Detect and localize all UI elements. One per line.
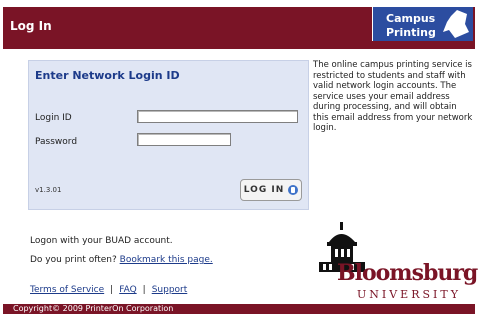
copyright-bar: Copyright© 2009 PrinterOn Corporation	[3, 304, 475, 314]
print-often-text: Do you print often?	[30, 255, 117, 265]
info-icon	[288, 185, 299, 195]
password-label: Password	[35, 137, 78, 147]
version-text: v1.3.01	[35, 186, 62, 194]
login-panel-title: Enter Network Login ID	[35, 69, 180, 82]
page-title: Log In	[10, 19, 52, 33]
footer-separator: |	[142, 285, 146, 295]
brand-mark-icon	[443, 10, 469, 38]
login-panel: Enter Network Login ID Login ID Password…	[28, 60, 309, 210]
print-often-message: Do you print often? Bookmark this page.	[30, 255, 213, 265]
login-id-label: Login ID	[35, 113, 72, 123]
bloomsburg-logo: Bloomsburg UNIVERSITY	[313, 222, 478, 306]
password-input[interactable]	[137, 133, 231, 146]
logo-name: Bloomsburg	[337, 260, 478, 286]
support-link[interactable]: Support	[152, 285, 188, 295]
faq-link[interactable]: FAQ	[119, 285, 136, 295]
login-id-input[interactable]	[137, 110, 298, 123]
bookmark-link[interactable]: Bookmark this page.	[120, 255, 213, 265]
login-button[interactable]: LOG IN	[240, 179, 302, 201]
campus-printing-brand: Campus Printing	[372, 7, 473, 41]
service-info-text: The online campus printing service is re…	[313, 60, 473, 133]
terms-of-service-link[interactable]: Terms of Service	[30, 285, 104, 295]
logon-message: Logon with your BUAD account.	[30, 236, 173, 246]
brand-line-1: Campus	[386, 12, 436, 25]
footer-separator: |	[110, 285, 114, 295]
footer-links: Terms of Service | FAQ | Support	[30, 285, 187, 295]
login-button-label: LOG IN	[243, 185, 285, 195]
brand-line-2: Printing	[386, 26, 436, 39]
logo-subname: UNIVERSITY	[357, 288, 461, 301]
